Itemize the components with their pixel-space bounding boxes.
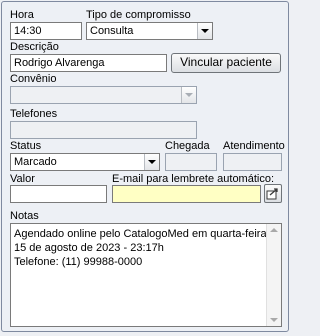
appointment-form: Hora 14:30 Tipo de compromisso Consulta … <box>1 1 289 332</box>
chevron-down-icon[interactable] <box>197 23 212 39</box>
chegada-label: Chegada <box>165 140 210 152</box>
status-select[interactable]: Marcado <box>10 153 160 171</box>
chegada-field <box>165 153 217 171</box>
notas-line: Agendado online pelo CatalogoMed em quar… <box>14 228 270 240</box>
scroll-up-icon[interactable] <box>270 228 278 232</box>
telefones-field <box>10 121 197 139</box>
convenio-select <box>10 86 197 104</box>
notas-textarea[interactable]: Agendado online pelo CatalogoMed em quar… <box>10 223 282 327</box>
vincular-paciente-button[interactable]: Vincular paciente <box>171 53 281 73</box>
tipo-value: Consulta <box>90 25 134 37</box>
send-email-icon <box>266 188 278 200</box>
telefones-label: Telefones <box>10 108 58 120</box>
scroll-down-icon[interactable] <box>270 318 278 322</box>
hora-field[interactable]: 14:30 <box>10 22 82 40</box>
email-field[interactable] <box>112 185 261 203</box>
atendimento-label: Atendimento <box>223 140 285 152</box>
hora-label: Hora <box>10 9 34 21</box>
status-value: Marcado <box>14 156 57 168</box>
atendimento-field <box>223 153 282 171</box>
notas-label: Notas <box>10 210 39 222</box>
chevron-down-icon <box>181 87 196 103</box>
chevron-down-icon[interactable] <box>144 154 159 170</box>
status-label: Status <box>10 140 42 152</box>
send-email-button[interactable] <box>264 184 282 203</box>
tipo-label: Tipo de compromisso <box>86 9 191 21</box>
valor-field[interactable] <box>10 185 107 203</box>
notas-line: 15 de agosto de 2023 - 23:17h <box>14 242 164 254</box>
convenio-label: Convênio <box>10 73 57 85</box>
descricao-field[interactable]: Rodrigo Alvarenga <box>10 54 167 72</box>
notas-scrollbar[interactable] <box>266 224 281 326</box>
descricao-label: Descrição <box>10 41 59 53</box>
notas-line: Telefone: (11) 99988-0000 <box>14 256 143 268</box>
tipo-select[interactable]: Consulta <box>86 22 213 40</box>
